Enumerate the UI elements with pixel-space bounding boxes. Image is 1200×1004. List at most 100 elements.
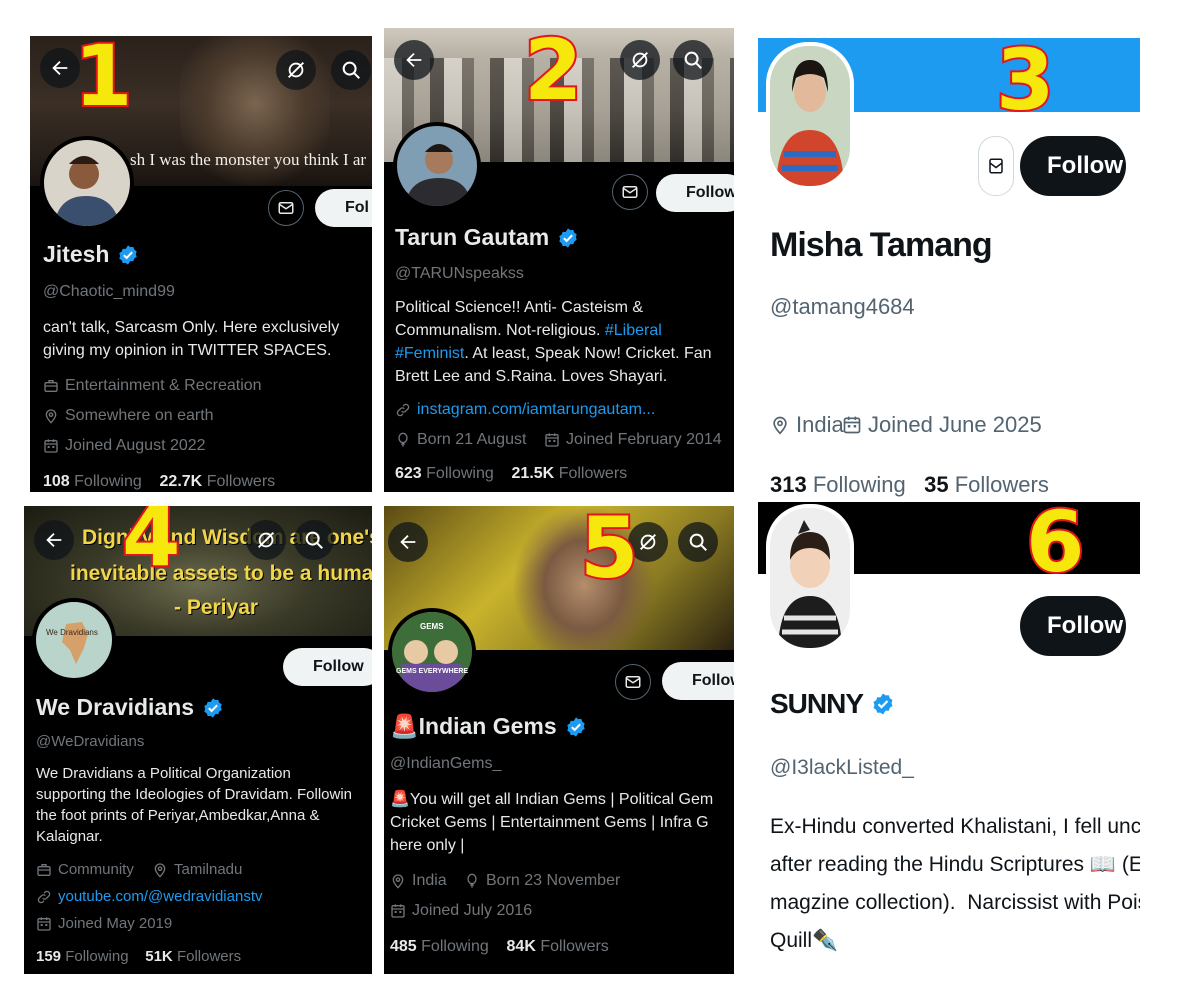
follow-button[interactable]: Follow [656,174,734,212]
link-icon [36,889,52,905]
message-button[interactable] [978,136,1014,196]
followers-link[interactable]: 84K Followers [507,938,609,955]
website-row: instagram.com/iamtarungautam... [395,401,655,419]
follow-button[interactable]: Follow [1020,596,1126,656]
followers-link[interactable]: 35 Followers [924,472,1049,497]
verified-badge-icon [871,692,895,716]
following-link[interactable]: 313 Following [770,472,906,497]
verified-badge-icon [202,697,224,719]
grok-button[interactable] [246,520,286,560]
handle: @Chaotic_mind99 [43,283,175,300]
calendar-icon [36,916,52,932]
search-button[interactable] [331,50,371,90]
avatar[interactable] [766,42,854,190]
location-row: Somewhere on earth [43,407,214,425]
follow-stats: 623 Following 21.5K Followers [395,465,627,483]
joined-row: Joined February 2014 [544,431,722,449]
banner-quote-line3: - Periyar [174,596,259,619]
display-name: Tarun Gautam [395,224,579,251]
display-name: Jitesh [43,241,139,268]
bio: Ex-Hindu converted Khalistani, I fell un… [770,815,1140,952]
follow-button[interactable]: Follow [1020,136,1126,196]
followers-link[interactable]: 21.5K Followers [512,465,628,482]
mail-icon [624,673,642,691]
search-icon [682,49,704,71]
calendar-icon [43,438,59,454]
link-icon [395,402,411,418]
avatar[interactable] [40,136,134,230]
search-icon [303,529,325,551]
category-row: Community [36,861,134,878]
profile-panel-3: Follow Misha Tamang @tamang4684 India Jo… [758,38,1140,498]
back-arrow-icon [43,529,65,551]
website-link[interactable]: instagram.com/iamtarungautam... [417,401,655,419]
follow-stats: 108 Following 22.7K Followers [43,473,275,491]
message-button[interactable] [268,190,304,226]
profile-panel-6: Follow SUNNY @I3lackListed_ Ex-Hindu con… [758,502,1140,974]
following-link[interactable]: 623 Following [395,465,494,482]
calendar-icon [842,415,862,435]
location-pin-icon [43,408,59,424]
panel-number-label: 6 [1024,502,1086,591]
display-name: Misha Tamang [770,226,993,264]
followers-link[interactable]: 51K Followers [145,948,241,965]
category-row: Entertainment & Recreation [43,377,262,395]
hashtag-link[interactable]: #Liberal [605,322,662,339]
search-button[interactable] [673,40,713,80]
profile-panel-5: GEMS GEMS EVERYWHERE Follow 🚨Indian Gems… [384,506,734,974]
grok-button[interactable] [620,40,660,80]
birthday-row: Born 23 November [464,872,620,890]
location-pin-icon [152,862,168,878]
calendar-icon [544,432,560,448]
grok-icon [637,531,659,553]
avatar[interactable] [766,504,854,652]
panel-number-label: 4 [120,506,182,585]
joined-row: Joined May 2019 [36,915,172,932]
follow-stats: 159 Following 51K Followers [36,948,241,965]
mail-icon [277,199,295,217]
panel-number-label: 1 [72,36,134,125]
follow-button[interactable]: Follow [662,662,734,700]
location-row: Tamilnadu [152,861,242,878]
mail-icon [987,157,1005,175]
search-icon [687,531,709,553]
briefcase-icon [36,862,52,878]
followers-link[interactable]: 22.7K Followers [160,473,276,490]
following-link[interactable]: 159 Following [36,948,129,965]
back-button[interactable] [388,522,428,562]
search-button[interactable] [678,522,718,562]
panel-number-label: 5 [578,506,640,597]
panel-number-label: 3 [994,38,1056,129]
briefcase-icon [43,378,59,394]
message-button[interactable] [615,664,651,700]
location-pin-icon [770,415,790,435]
follow-button[interactable]: Follow [283,648,372,686]
avatar-photo [397,126,477,206]
avatar[interactable] [393,122,481,210]
joined-row: Joined June 2025 [842,412,1042,438]
grok-button[interactable] [276,50,316,90]
website-link[interactable]: youtube.com/@wedravidianstv [58,888,263,905]
avatar-text: We Dravidians [46,628,98,637]
balloon-icon [395,432,411,448]
search-button[interactable] [294,520,334,560]
avatar[interactable] [32,598,116,682]
handle: @TARUNspeakss [395,265,524,282]
handle: @tamang4684 [770,294,915,319]
message-button[interactable] [612,174,648,210]
balloon-icon [464,873,480,889]
website-row: youtube.com/@wedravidianstv [36,888,263,905]
follow-button[interactable]: Fol [315,189,372,227]
handle: @I3lackListed_ [770,756,914,779]
profile-panel-1: sh I was the monster you think I ar Fol … [30,36,372,492]
back-button[interactable] [34,520,74,560]
bio: 🚨You will get all Indian Gems | Politica… [390,791,714,854]
following-link[interactable]: 485 Following [390,938,489,955]
mail-icon [621,183,639,201]
grok-icon [255,529,277,551]
hashtag-link[interactable]: #Feminist [395,345,464,362]
back-button[interactable] [394,40,434,80]
following-link[interactable]: 108 Following [43,473,142,490]
profile-panel-4: Dignity and Wisdom are one's inevitable … [24,506,372,974]
location-row: India [770,412,844,438]
